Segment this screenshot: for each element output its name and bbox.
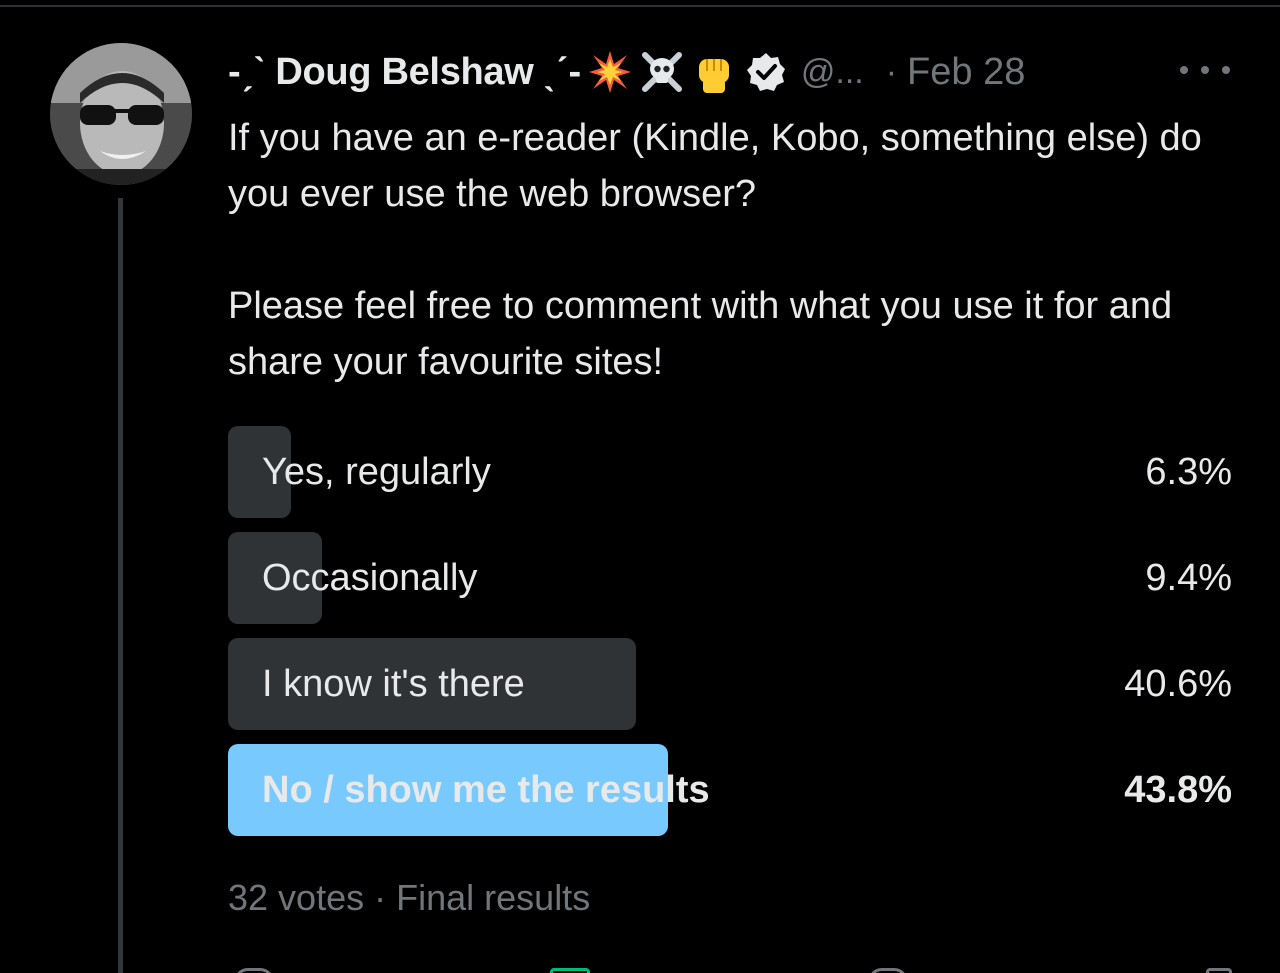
header-separator: · — [885, 52, 898, 91]
tweet-date[interactable]: Feb 28 — [907, 51, 1025, 94]
poll-option-label: No / show me the results — [262, 769, 710, 811]
author-handle[interactable]: @... — [801, 53, 864, 92]
poll-option-percent: 6.3% — [1145, 451, 1232, 493]
tweet-header: -ˏˋ Doug Belshaw ˎˊ- @... · Feb 28 — [228, 44, 1025, 100]
poll-option-label: I know it's there — [262, 663, 525, 705]
more-options-icon[interactable] — [1180, 58, 1230, 82]
poll-footer-separator: · — [374, 877, 387, 918]
poll-option-percent: 43.8% — [1124, 769, 1232, 811]
poll-option[interactable]: Occasionally 9.4% — [228, 532, 1232, 626]
top-divider — [0, 5, 1280, 7]
poll-status: Final results — [396, 877, 591, 918]
verified-badge-icon — [745, 51, 787, 93]
poll-vote-count: 32 votes — [228, 877, 365, 918]
poll: Yes, regularly 6.3% Occasionally 9.4% I … — [228, 426, 1232, 850]
tweet-text: If you have an e-reader (Kindle, Kobo, s… — [228, 110, 1268, 390]
poll-option[interactable]: I know it's there 40.6% — [228, 638, 1232, 732]
tweet-paragraph: Please feel free to comment with what yo… — [228, 285, 1173, 383]
raised-fist-icon — [691, 49, 737, 95]
poll-option-percent: 40.6% — [1124, 663, 1232, 705]
share-icon[interactable] — [1206, 968, 1232, 973]
poll-option[interactable]: No / show me the results 43.8% — [228, 744, 1232, 838]
avatar-photo — [50, 43, 192, 185]
poll-option-percent: 9.4% — [1145, 557, 1232, 599]
collision-icon — [587, 49, 633, 95]
author-display-name[interactable]: -ˏˋ Doug Belshaw ˎˊ- — [228, 51, 581, 94]
avatar[interactable] — [50, 43, 192, 185]
poll-option-label: Yes, regularly — [262, 451, 491, 493]
retweet-icon[interactable] — [550, 968, 590, 973]
like-icon[interactable] — [868, 968, 908, 973]
tweet-paragraph: If you have an e-reader (Kindle, Kobo, s… — [228, 117, 1202, 215]
action-bar — [228, 960, 1232, 973]
poll-option[interactable]: Yes, regularly 6.3% — [228, 426, 1232, 520]
poll-footer: 32 votes · Final results — [228, 870, 590, 926]
thread-line — [118, 198, 123, 973]
reply-icon[interactable] — [234, 968, 274, 973]
skull-and-crossbones-icon — [639, 49, 685, 95]
poll-option-label: Occasionally — [262, 557, 478, 599]
